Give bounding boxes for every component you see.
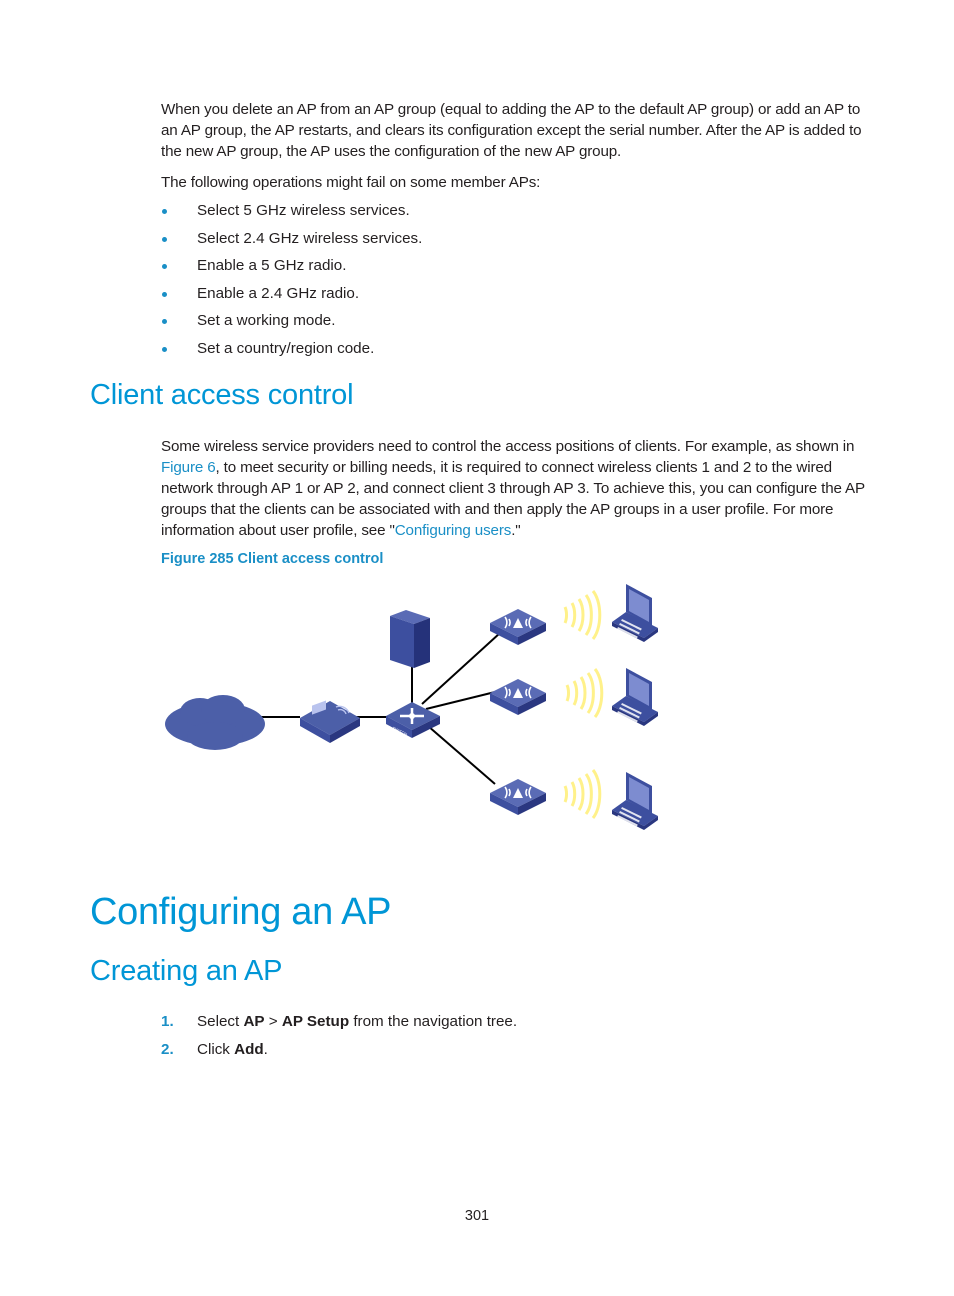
wireless-signal-icon xyxy=(563,589,602,641)
bullet-icon xyxy=(162,291,167,297)
list-item: Select 2.4 GHz wireless services. xyxy=(161,228,422,256)
server-icon xyxy=(390,610,430,668)
bullet-icon xyxy=(162,346,167,352)
list-item: Set a working mode. xyxy=(161,310,422,338)
section-heading-creating-ap: Creating an AP xyxy=(90,955,283,987)
step-item: 2. Click Add. xyxy=(161,1040,268,1058)
bullet-icon xyxy=(162,236,167,242)
client-2-laptop-icon xyxy=(612,668,658,726)
list-intro: The following operations might fail on s… xyxy=(161,174,541,191)
steps-list: 1. Select AP > AP Setup from the navigati… xyxy=(161,1011,517,1066)
ap-1-icon xyxy=(489,608,547,646)
configuring-users-link[interactable]: Configuring users xyxy=(395,522,512,539)
client-3-laptop-icon xyxy=(612,772,658,830)
menu-ap-setup: AP Setup xyxy=(281,1013,350,1030)
add-button-label: Add xyxy=(234,1040,264,1058)
ap-2-icon xyxy=(489,678,547,716)
wireless-signal-icon xyxy=(563,768,602,820)
bullet-icon xyxy=(162,209,167,214)
network-diagram: SWITCH xyxy=(165,584,658,830)
link-switch-ap2 xyxy=(425,691,496,710)
list-item: Enable a 5 GHz radio. xyxy=(161,255,422,283)
list-item: Enable a 2.4 GHz radio. xyxy=(161,283,422,311)
step-item: 1. Select AP > AP Setup from the navigati… xyxy=(161,1013,518,1030)
page-number: 301 xyxy=(464,1208,490,1224)
client-1-laptop-icon xyxy=(612,584,658,642)
bullet-icon xyxy=(162,319,167,324)
list-item: Select 5 GHz wireless services. xyxy=(161,200,422,228)
link-switch-ap3 xyxy=(427,725,496,785)
figure-caption: Figure 285 Client access control xyxy=(161,551,384,567)
internet-cloud-icon xyxy=(165,695,265,750)
figure-6-link[interactable]: Figure 6 xyxy=(161,459,216,476)
section-heading-client-access: Client access control xyxy=(90,379,354,411)
menu-ap: AP xyxy=(243,1013,265,1030)
ap-3-icon xyxy=(489,778,547,816)
intro-paragraph: When you delete an AP from an AP group (… xyxy=(161,101,862,160)
access-controller-icon xyxy=(300,700,360,743)
operations-list: Select 5 GHz wireless services. Select 2… xyxy=(161,200,422,365)
list-item: Set a country/region code. xyxy=(161,338,422,366)
wireless-signal-icon xyxy=(565,667,604,719)
bullet-icon xyxy=(162,264,167,269)
client-access-paragraph: Some wireless service providers need to … xyxy=(161,438,865,539)
chapter-title: Configuring an AP xyxy=(90,891,392,933)
